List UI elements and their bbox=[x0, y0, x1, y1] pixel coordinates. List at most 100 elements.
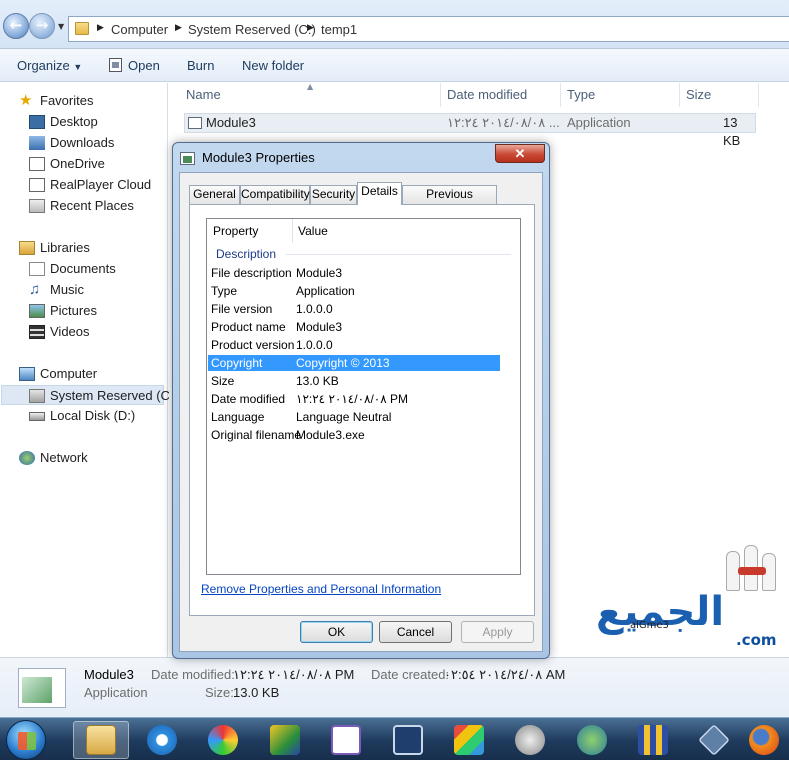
taskbar bbox=[0, 717, 789, 760]
forward-button[interactable]: → bbox=[29, 13, 55, 39]
property-value: 1.0.0.0 bbox=[296, 338, 333, 352]
organize-button[interactable]: Organize ▼ bbox=[17, 58, 82, 73]
column-header-type[interactable]: Type bbox=[567, 83, 595, 107]
apply-button[interactable]: Apply bbox=[461, 621, 534, 643]
property-row-selected[interactable]: Copyright Copyright © 2013 bbox=[208, 355, 500, 371]
taskbar-app-visual-studio[interactable] bbox=[318, 721, 374, 759]
close-button[interactable]: ✕ bbox=[495, 144, 545, 163]
organize-label: Organize bbox=[17, 58, 70, 73]
column-divider[interactable] bbox=[758, 83, 759, 107]
open-icon bbox=[109, 58, 122, 72]
film-icon bbox=[638, 725, 668, 755]
taskbar-app-php-designer[interactable] bbox=[257, 721, 313, 759]
column-header-date-modified[interactable]: Date modified bbox=[447, 83, 527, 107]
open-button[interactable]: Open bbox=[128, 58, 160, 73]
details-date-created: ٢٠١٤/٢٤/٠٨ ٠٢:٥٤ AM bbox=[444, 667, 566, 682]
property-row[interactable]: Size 13.0 KB bbox=[208, 373, 500, 389]
chevron-down-icon: ▼ bbox=[73, 62, 83, 72]
explorer-icon bbox=[86, 725, 116, 755]
sidebar-item-system-reserved[interactable]: System Reserved (C:) bbox=[1, 385, 178, 405]
column-divider[interactable] bbox=[560, 83, 561, 107]
property-row[interactable]: Date modified ٢٠١٤/٠٨/٠٨ ١٢:٢٤ PM bbox=[208, 391, 500, 407]
taskbar-app-film[interactable] bbox=[625, 721, 681, 759]
column-divider[interactable] bbox=[440, 83, 441, 107]
property-row[interactable]: Product version 1.0.0.0 bbox=[208, 337, 500, 353]
taskbar-app-explorer[interactable] bbox=[73, 721, 129, 759]
taskbar-app-internet-explorer[interactable] bbox=[134, 721, 190, 759]
recent-pages-dropdown[interactable]: ▼ bbox=[58, 22, 64, 31]
back-button[interactable]: ← bbox=[3, 13, 29, 39]
column-header-property[interactable]: Property bbox=[213, 219, 258, 243]
taskbar-app-media[interactable] bbox=[564, 721, 620, 759]
property-row[interactable]: Product name Module3 bbox=[208, 319, 500, 335]
media-icon bbox=[577, 725, 607, 755]
cancel-button[interactable]: Cancel bbox=[379, 621, 452, 643]
tab-general[interactable]: General bbox=[189, 185, 240, 204]
column-header-name[interactable]: Name bbox=[186, 83, 221, 107]
property-name: Type bbox=[211, 284, 238, 298]
puzzle-icon bbox=[454, 725, 484, 755]
breadcrumb-computer[interactable]: Computer bbox=[111, 22, 168, 37]
taskbar-app-paint[interactable] bbox=[195, 721, 251, 759]
property-value: Module3 bbox=[296, 320, 343, 334]
column-header-value[interactable]: Value bbox=[298, 219, 328, 243]
firefox-icon bbox=[749, 725, 779, 755]
remove-properties-link[interactable]: Remove Properties and Personal Informati… bbox=[201, 582, 441, 596]
drive-c-icon bbox=[29, 389, 45, 403]
taskbar-app-vpn[interactable] bbox=[686, 721, 742, 759]
visual-studio-icon bbox=[331, 725, 361, 755]
properties-dialog: Module3 Properties ✕ General Compatibili… bbox=[172, 142, 550, 659]
documents-icon bbox=[29, 262, 45, 276]
property-name: Copyright bbox=[211, 356, 263, 370]
tab-security[interactable]: Security bbox=[310, 185, 357, 204]
property-list[interactable]: Property Value Description File descript… bbox=[206, 218, 521, 575]
start-button[interactable] bbox=[6, 720, 46, 760]
sidebar-item-label: Local Disk (D:) bbox=[50, 408, 136, 423]
breadcrumb-temp1[interactable]: temp1 bbox=[321, 22, 357, 37]
file-name: Module3 bbox=[206, 115, 256, 130]
breadcrumb-system-reserved[interactable]: System Reserved (C:) bbox=[188, 22, 316, 37]
navigation-pane: ★ Favorites Desktop Downloads OneDrive R… bbox=[0, 83, 178, 657]
details-size-label: Size: bbox=[205, 685, 234, 700]
taskbar-app-converter[interactable] bbox=[502, 721, 558, 759]
property-row[interactable]: Type Application bbox=[208, 283, 500, 299]
ok-button[interactable]: OK bbox=[300, 621, 373, 643]
details-date-modified-label: Date modified: bbox=[151, 667, 235, 682]
taskbar-app-patch[interactable] bbox=[380, 721, 436, 759]
chevron-right-icon[interactable]: ▶ bbox=[175, 22, 182, 33]
new-folder-button[interactable]: New folder bbox=[242, 58, 304, 73]
property-value: ٢٠١٤/٠٨/٠٨ ١٢:٢٤ PM bbox=[296, 392, 409, 406]
star-icon: ★ bbox=[19, 92, 33, 109]
recent-places-icon bbox=[29, 199, 45, 213]
vpn-icon bbox=[698, 724, 730, 756]
property-name: Product name bbox=[211, 320, 286, 334]
property-value: Copyright © 2013 bbox=[296, 356, 390, 370]
tab-previous-versions[interactable]: Previous Versions bbox=[402, 185, 497, 218]
property-name: Size bbox=[211, 374, 235, 388]
taskbar-app-firefox[interactable] bbox=[740, 721, 788, 759]
property-row[interactable]: Original filename Module3.exe bbox=[208, 427, 500, 443]
dialog-title: Module3 Properties bbox=[202, 150, 315, 165]
property-name: File version bbox=[211, 302, 273, 316]
property-row[interactable]: Language Language Neutral bbox=[208, 409, 500, 425]
taskbar-app-puzzle[interactable] bbox=[441, 721, 497, 759]
file-row[interactable]: Module3 ٢٠١٤/٠٨/٠٨ ١٢:٢٤ ... Application… bbox=[184, 113, 756, 148]
sidebar-item-label: Music bbox=[50, 282, 84, 297]
burn-button[interactable]: Burn bbox=[187, 58, 214, 73]
address-box[interactable]: ▶ Computer ▶ System Reserved (C:) ▶ temp… bbox=[68, 16, 789, 42]
tab-compatibility[interactable]: Compatibility bbox=[240, 185, 310, 204]
tab-details[interactable]: Details bbox=[357, 182, 402, 205]
sidebar-item-label: Pictures bbox=[50, 303, 97, 318]
patch-icon bbox=[393, 725, 423, 755]
column-divider[interactable] bbox=[679, 83, 680, 107]
property-value: Language Neutral bbox=[296, 410, 392, 424]
details-date-modified: ٢٠١٤/٠٨/٠٨ ١٢:٢٤ PM bbox=[233, 667, 355, 682]
property-row[interactable]: File version 1.0.0.0 bbox=[208, 301, 500, 317]
property-value: Application bbox=[296, 284, 355, 298]
column-header-size[interactable]: Size bbox=[686, 83, 711, 107]
chevron-right-icon[interactable]: ▶ bbox=[97, 22, 104, 33]
chevron-right-icon[interactable]: ▶ bbox=[307, 22, 314, 33]
property-row[interactable]: File description Module3 bbox=[208, 265, 500, 281]
column-divider[interactable] bbox=[292, 219, 293, 243]
property-name: Language bbox=[211, 410, 265, 424]
